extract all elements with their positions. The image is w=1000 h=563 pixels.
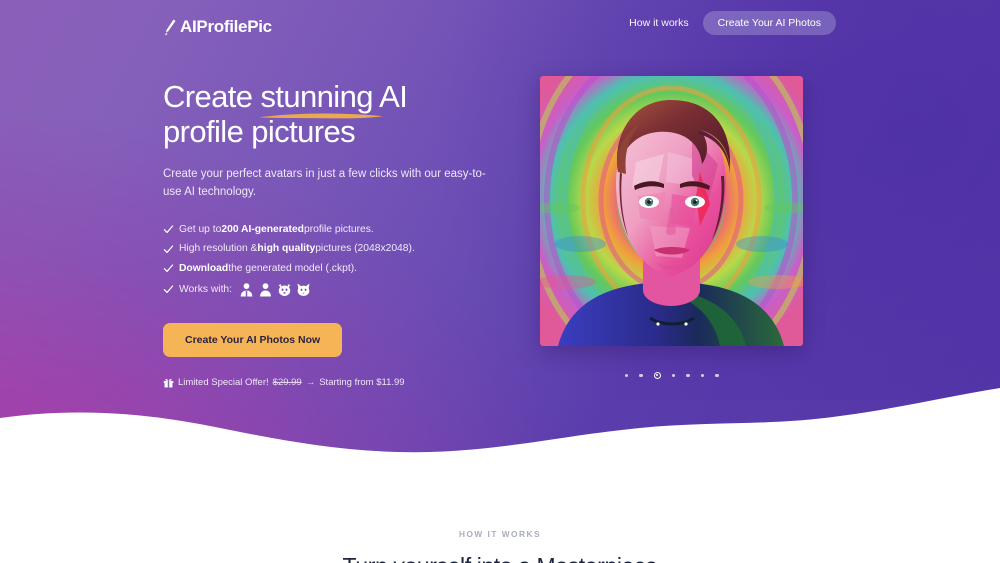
paintbrush-icon xyxy=(165,19,176,35)
nav-actions: How it works Create Your AI Photos xyxy=(629,11,836,35)
offer-arrow-icon: → xyxy=(305,377,316,388)
landing-page: AIProfilePic How it works Create Your AI… xyxy=(0,0,1000,563)
carousel-dot-active[interactable] xyxy=(653,372,661,379)
check-icon xyxy=(163,244,174,253)
dog-avatar-icon xyxy=(278,284,291,296)
carousel-dot[interactable] xyxy=(624,373,628,378)
man-avatar-icon xyxy=(240,283,253,297)
logo-text: AIProfilePic xyxy=(180,17,272,36)
logo[interactable]: AIProfilePic xyxy=(164,17,272,37)
carousel-dot[interactable] xyxy=(700,373,704,378)
check-icon xyxy=(163,285,174,294)
top-navigation: AIProfilePic How it works Create Your AI… xyxy=(0,8,1000,36)
feature-text-post: pictures (2048x2048). xyxy=(315,243,415,255)
feature-item: Get up to 200 AI-generated profile pictu… xyxy=(163,224,513,235)
feature-item-works-with: Works with: xyxy=(163,282,513,297)
headline-highlight-wrap: stunning xyxy=(259,79,384,119)
special-offer-banner: Limited Special Offer! $29.99 → Starting… xyxy=(163,377,513,388)
offer-old-price: $29.99 xyxy=(272,377,302,388)
hero-subheadline: Create your perfect avatars in just a fe… xyxy=(163,168,486,199)
headline-highlight: stunning xyxy=(260,79,373,114)
headline-part-1: Create xyxy=(163,79,261,114)
psychedelic-ai-portrait xyxy=(540,76,803,346)
carousel-dot[interactable] xyxy=(715,373,719,378)
woman-avatar-icon xyxy=(260,283,271,297)
hero-content: Create stunning AI profile pictures Crea… xyxy=(163,79,513,388)
wave-divider xyxy=(0,388,1000,470)
hero-headline: Create stunning AI profile pictures xyxy=(163,79,513,149)
feature-text-bold: high quality xyxy=(257,243,316,255)
gift-icon xyxy=(163,378,174,388)
nav-create-photos-button[interactable]: Create Your AI Photos xyxy=(702,11,836,35)
brush-underline-icon xyxy=(259,113,384,119)
hero-image-area xyxy=(540,76,803,379)
check-icon xyxy=(163,264,174,272)
carousel-dot[interactable] xyxy=(686,373,690,378)
feature-text-pre: High resolution & xyxy=(179,243,258,255)
cat-avatar-icon xyxy=(297,283,310,296)
section-title: Turn yourself into a Masterpiece xyxy=(0,553,1000,563)
works-with-icon-group xyxy=(239,282,311,297)
hero-section: AIProfilePic How it works Create Your AI… xyxy=(0,0,1000,470)
feature-text-post: the generated model (.ckpt). xyxy=(228,262,357,274)
nav-link-how-it-works[interactable]: How it works xyxy=(629,17,689,29)
offer-new-price: Starting from $11.99 xyxy=(319,377,405,388)
carousel-dot[interactable] xyxy=(639,373,643,378)
carousel-dots xyxy=(540,372,803,379)
ai-portrait-card[interactable] xyxy=(540,76,803,346)
hero-cta-button[interactable]: Create Your AI Photos Now xyxy=(163,323,343,357)
feature-text-post: profile pictures. xyxy=(303,224,374,236)
headline-part-2: AI xyxy=(372,79,408,114)
feature-list: Get up to 200 AI-generated profile pictu… xyxy=(163,224,513,297)
check-icon xyxy=(163,225,174,234)
section-eyebrow: HOW IT WORKS xyxy=(458,529,542,539)
offer-label: Limited Special Offer! xyxy=(178,377,269,388)
carousel-dot[interactable] xyxy=(671,373,675,378)
feature-item: High resolution & high quality pictures … xyxy=(163,243,513,254)
feature-text-bold: 200 AI-generated xyxy=(221,224,304,236)
feature-text-pre: Works with: xyxy=(179,283,233,295)
feature-item: Download the generated model (.ckpt). xyxy=(163,263,513,274)
how-it-works-section: HOW IT WORKS Turn yourself into a Master… xyxy=(0,470,1000,563)
feature-text-pre: Get up to xyxy=(179,224,222,236)
feature-text-bold: Download xyxy=(179,262,229,274)
